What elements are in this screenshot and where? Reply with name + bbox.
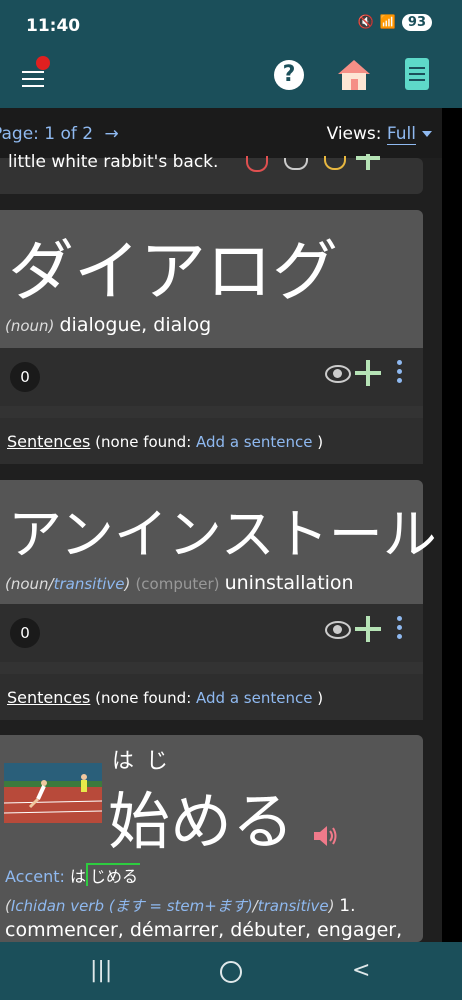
review-counter[interactable]: 0 <box>10 618 40 648</box>
sentences-link[interactable]: Sentences <box>7 688 90 707</box>
sentences-row: Sentences (none found: Add a sentence ) <box>0 674 423 720</box>
wifi-icon: 📶 <box>379 15 396 30</box>
eye-icon[interactable] <box>325 365 351 383</box>
plus-icon[interactable] <box>355 616 381 642</box>
definition: dialogue, dialog <box>59 314 212 336</box>
mute-icon: 🔇 <box>357 15 374 30</box>
accent-high: は <box>70 867 87 886</box>
vocab-word: アンインストール <box>8 503 437 566</box>
card-face[interactable]: ダイアログ (noun) dialogue, dialog <box>0 210 423 348</box>
views-value[interactable]: Full <box>386 124 416 145</box>
more-vert-icon[interactable] <box>397 616 403 643</box>
help-icon[interactable]: ? <box>274 60 304 90</box>
back-icon[interactable]: < <box>352 958 370 983</box>
card-actions: 0 <box>0 348 423 406</box>
accent-low: じめる <box>86 863 141 886</box>
comment-icon[interactable] <box>324 156 346 170</box>
battery-indicator: 93 <box>401 14 432 31</box>
part-of-speech: (noun) <box>5 317 55 335</box>
views-selector[interactable]: Views: Full <box>326 124 432 145</box>
home-nav-icon[interactable] <box>220 961 242 983</box>
book-icon[interactable] <box>405 58 429 90</box>
accent-row: Accent: はじめる <box>5 863 141 887</box>
previous-card-text: little white rabbit's back. <box>8 152 219 172</box>
chevron-down-icon <box>422 131 432 137</box>
part-of-speech: (noun/transitive) <box>5 575 131 593</box>
scroll-track <box>442 108 462 942</box>
pagination-bar: Page: 1 of 2 → Views: Full <box>0 108 442 158</box>
status-icons: 🔇 📶 93 <box>358 14 432 31</box>
sentences-link[interactable]: Sentences <box>7 432 90 451</box>
views-label: Views: <box>326 124 382 144</box>
system-nav-bar: ||| < <box>0 942 462 1000</box>
field-tag: (computer) <box>135 575 220 593</box>
recents-icon[interactable]: ||| <box>90 958 112 983</box>
sense-number: 1. <box>339 896 356 916</box>
add-sentence-link[interactable]: Add a sentence <box>196 689 312 707</box>
definition: commencer, démarrer, débuter, engager, <box>5 919 403 941</box>
card-face[interactable]: はじ 始める Accent: はじめる (Ichidan verb (ます = … <box>0 735 423 942</box>
notification-dot <box>36 56 50 70</box>
status-bar: 11:40 🔇 📶 93 <box>0 0 462 52</box>
card-actions: 0 <box>0 604 423 662</box>
plus-icon[interactable] <box>356 154 380 172</box>
home-icon[interactable] <box>336 58 372 92</box>
definition: uninstallation <box>224 572 354 594</box>
heart-icon[interactable] <box>246 156 268 172</box>
vocab-word: ダイアログ <box>8 233 338 310</box>
accent-label: Accent: <box>5 867 65 886</box>
vocab-word: 始める <box>108 785 295 858</box>
speaker-icon[interactable] <box>312 825 338 847</box>
page-indicator[interactable]: Page: 1 of 2 → <box>0 124 119 144</box>
review-counter[interactable]: 0 <box>10 362 40 392</box>
sentences-none: (none found: <box>95 433 192 451</box>
eye-icon[interactable] <box>325 621 351 639</box>
plus-icon[interactable] <box>355 360 381 386</box>
definition-line: (noun/transitive) (computer) uninstallat… <box>5 572 354 594</box>
status-time: 11:40 <box>26 16 81 36</box>
card-face[interactable]: アンインストール (noun/transitive) (computer) un… <box>0 480 437 604</box>
sentences-none: (none found: <box>95 689 192 707</box>
vocab-card: アンインストール (noun/transitive) (computer) un… <box>0 480 437 720</box>
definition-line: (Ichidan verb (ます = stem+ます)/transitive)… <box>5 895 423 916</box>
sentences-row: Sentences (none found: Add a sentence ) <box>0 418 423 464</box>
add-sentence-link[interactable]: Add a sentence <box>196 433 312 451</box>
arrow-right-icon[interactable]: → <box>105 124 119 144</box>
definition-line: (noun) dialogue, dialog <box>5 314 211 336</box>
part-of-speech: (Ichidan verb (ます = stem+ます)/transitive) <box>5 897 335 915</box>
app-bar: ? <box>0 52 462 108</box>
vocab-card: ダイアログ (noun) dialogue, dialog 0 Sentence… <box>0 210 423 464</box>
card-image <box>4 763 102 823</box>
previous-card: little white rabbit's back. <box>0 152 423 194</box>
vocab-card: はじ 始める Accent: はじめる (Ichidan verb (ます = … <box>0 735 423 942</box>
more-vert-icon[interactable] <box>397 360 403 387</box>
eye-icon[interactable] <box>284 158 308 170</box>
